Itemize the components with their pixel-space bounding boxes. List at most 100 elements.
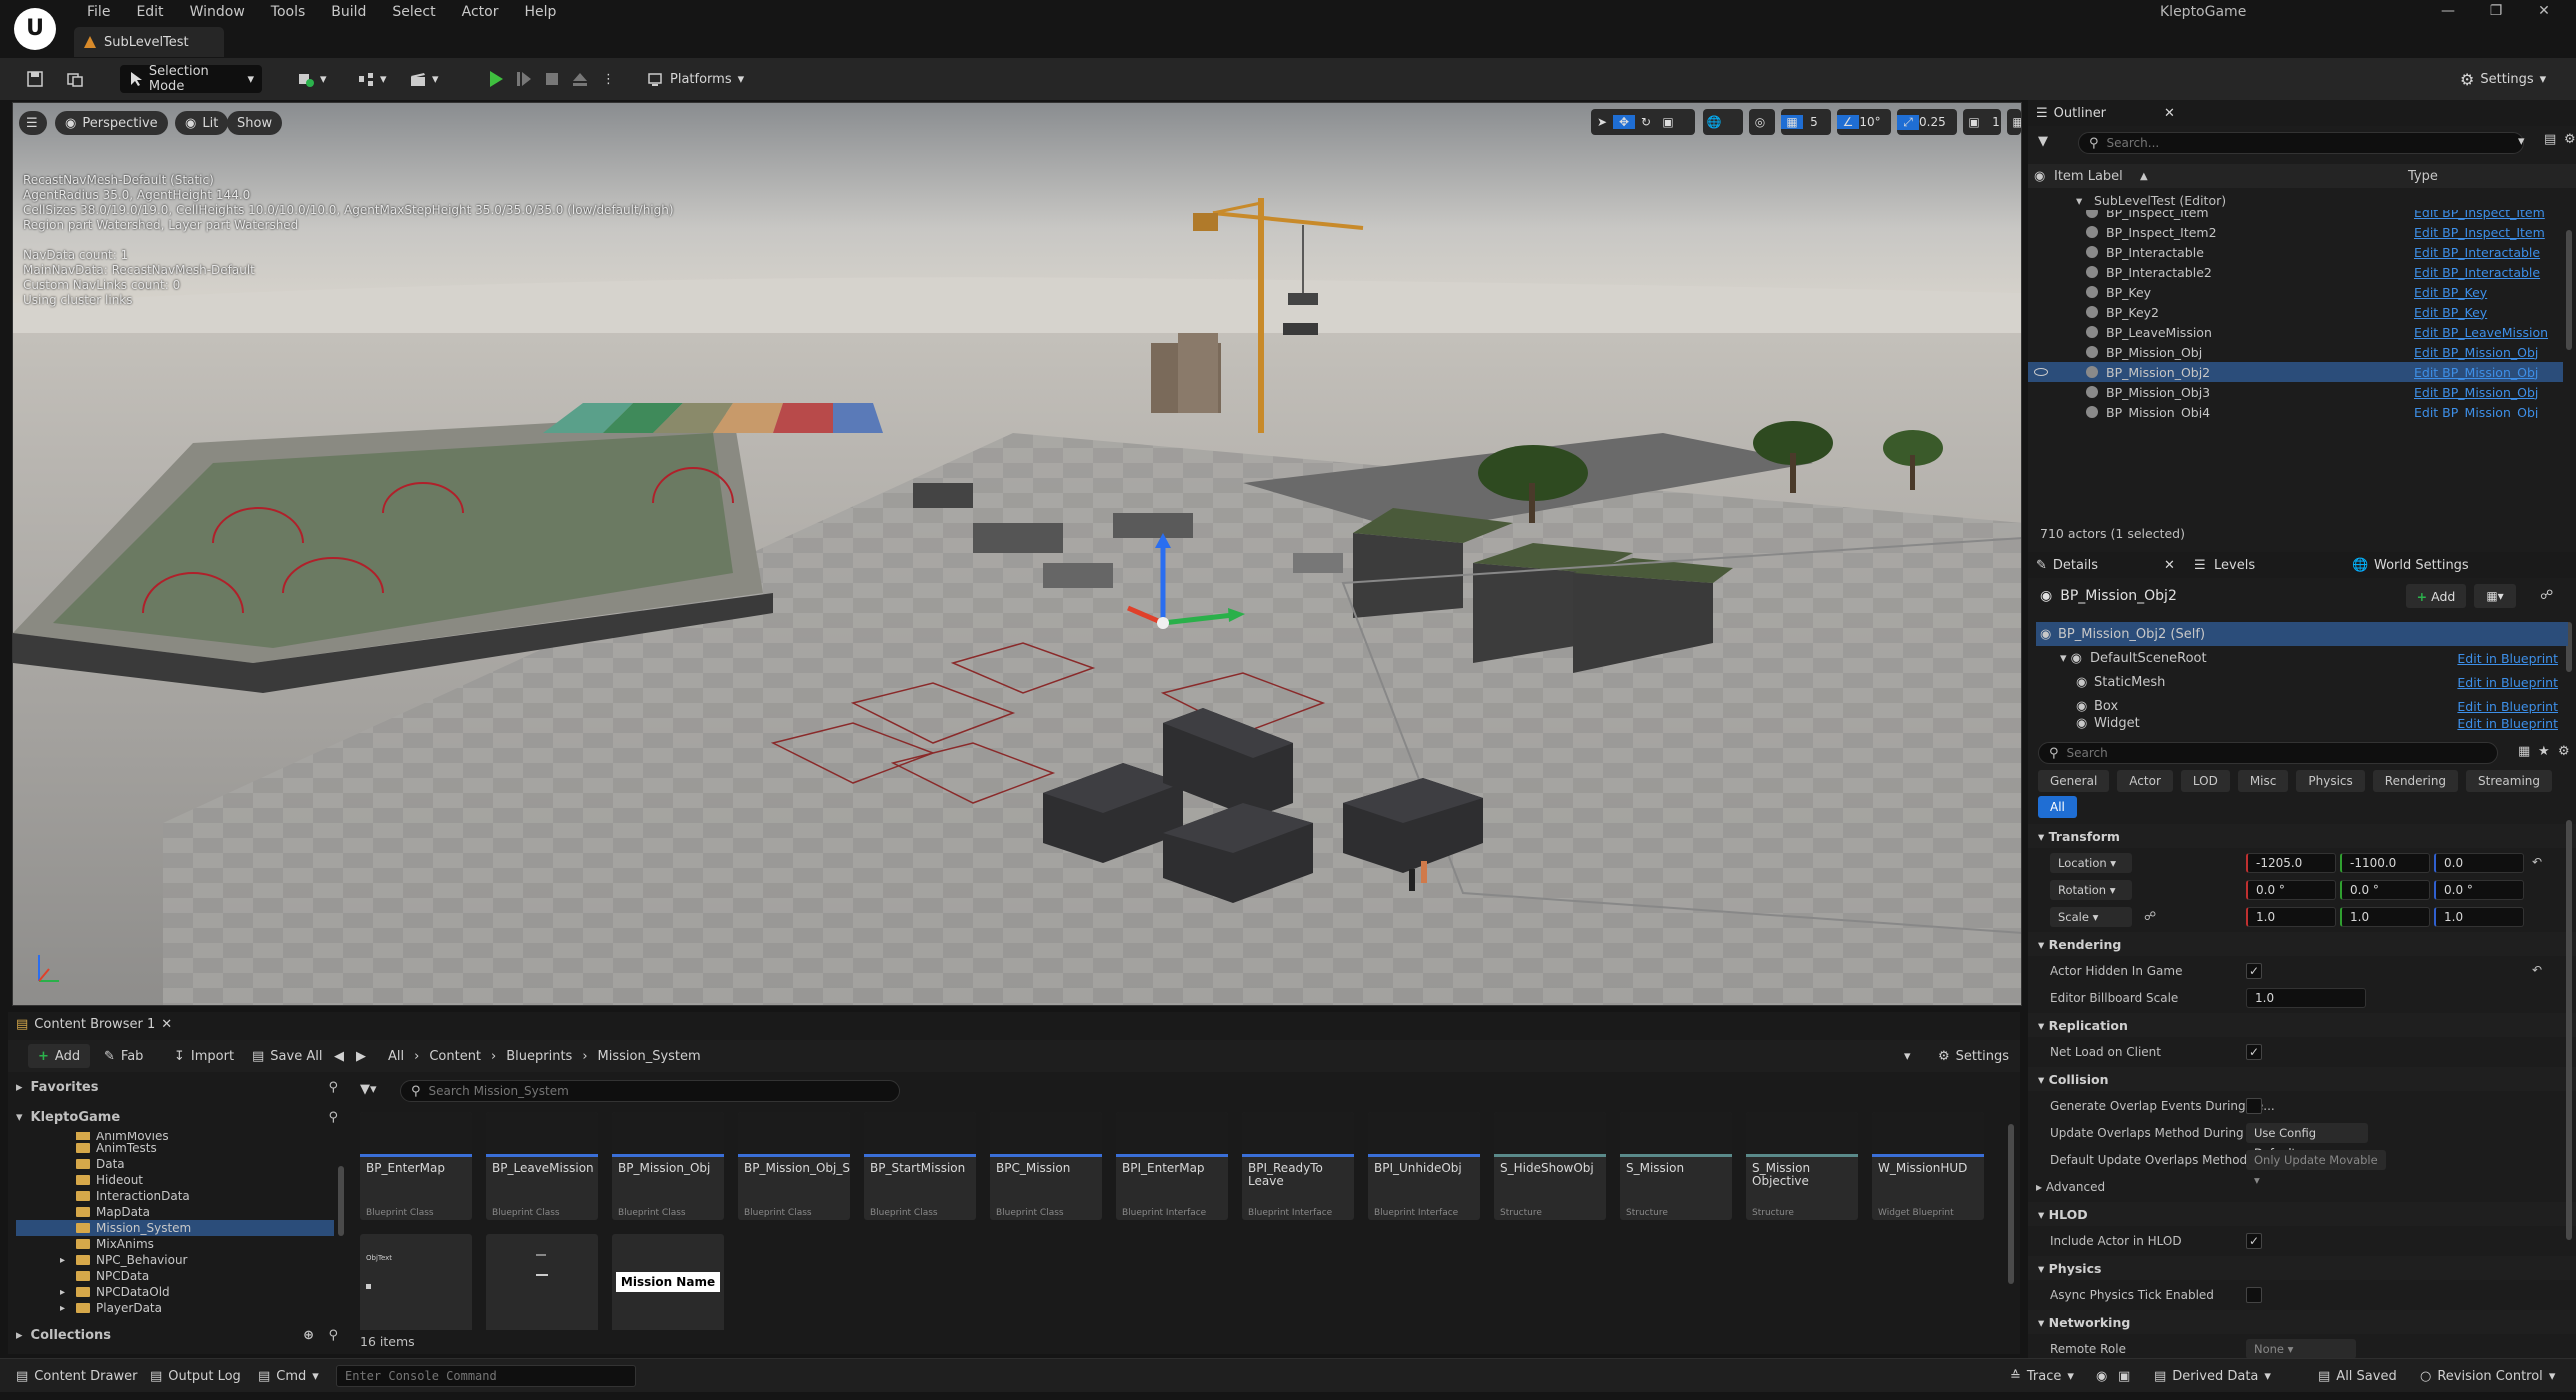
outliner-type-link[interactable]: Edit BP_Mission_Obj — [2414, 385, 2538, 400]
crumb-mission-system[interactable]: Mission_System — [598, 1049, 701, 1064]
outliner-type-link[interactable]: Edit BP_Mission_Obj — [2414, 365, 2538, 380]
menu-build[interactable]: Build — [318, 0, 379, 24]
asset-tile[interactable]: BPI_UnhideObj Blueprint Interface — [1368, 1112, 1480, 1220]
lock-icon[interactable]: ☍ — [2144, 909, 2156, 923]
derived-data-button[interactable]: ▤ Derived Data ▾ — [2154, 1366, 2271, 1386]
section-hlod[interactable]: ▾ HLOD — [2028, 1202, 2576, 1226]
reset-icon[interactable]: ↶ — [2532, 855, 2542, 869]
crumb-blueprints[interactable]: Blueprints — [506, 1049, 572, 1064]
viewport-menu-button[interactable]: ☰ — [19, 111, 47, 135]
outliner-type-link[interactable]: Edit BP_Inspect_Item — [2414, 225, 2545, 240]
asset-search[interactable]: ⚲ — [400, 1080, 900, 1102]
more-options-icon[interactable]: ⋮ — [594, 65, 623, 93]
add-collection-icon[interactable]: ⊕ — [303, 1328, 314, 1343]
unreal-logo-icon[interactable]: U — [14, 8, 56, 50]
outliner-row[interactable]: BP_Inspect_Item Edit BP_Inspect_Item — [2028, 210, 2563, 222]
add-actor-button[interactable]: ▾ — [290, 65, 335, 93]
filter-physics[interactable]: Physics — [2296, 770, 2365, 792]
collapse-icon[interactable]: ▾ — [2076, 193, 2082, 208]
menu-actor[interactable]: Actor — [449, 0, 512, 24]
star-icon[interactable]: ★ — [2538, 744, 2550, 759]
outliner-type-link[interactable]: Edit BP_Key — [2414, 285, 2487, 300]
outliner-row[interactable]: BP_Mission_Obj Edit BP_Mission_Obj — [2028, 342, 2563, 362]
filter-icon[interactable]: ▼▾ — [360, 1082, 377, 1097]
add-folder-icon[interactable]: ▤ — [2544, 132, 2556, 147]
edit-in-blueprint-link[interactable]: Edit in Blueprint — [2457, 699, 2558, 714]
asset-tile[interactable]: BPI_ReadyTo Leave Blueprint Interface — [1242, 1112, 1354, 1220]
import-button[interactable]: ↧ Import — [174, 1044, 234, 1068]
rotation-y[interactable]: 0.0 ° — [2340, 880, 2430, 900]
filter-streaming[interactable]: Streaming — [2466, 770, 2553, 792]
details-search-input[interactable] — [2066, 746, 2467, 760]
component-row[interactable]: ◉ StaticMesh Edit in Blueprint — [2036, 670, 2568, 694]
eject-button[interactable] — [564, 65, 596, 93]
trace-dropdown[interactable]: ≙ Trace ▾ — [2010, 1366, 2074, 1386]
forward-icon[interactable]: ▶ — [356, 1044, 366, 1068]
menu-help[interactable]: Help — [511, 0, 569, 24]
asset-tile[interactable]: BPI_EnterMap Blueprint Interface — [1116, 1112, 1228, 1220]
edit-in-blueprint-link[interactable]: Edit in Blueprint — [2457, 675, 2558, 690]
outliner-root-row[interactable]: ▾ SubLevelTest (Editor) — [2028, 190, 2563, 210]
component-row[interactable]: ◉ BP_Mission_Obj2 (Self) — [2036, 622, 2568, 646]
output-log-button[interactable]: ▤ Output Log — [150, 1366, 241, 1386]
blueprint-button[interactable]: ▾ — [350, 65, 395, 93]
component-row[interactable]: ◉ Widget Edit in Blueprint — [2036, 716, 2568, 730]
details-tab[interactable]: ✎ Details ✕ ☰ Levels 🌐 World Settings — [2028, 552, 2576, 578]
location-y[interactable]: -1100.0 — [2340, 853, 2430, 873]
folder-item[interactable]: Data — [16, 1156, 334, 1172]
scale-tool-icon[interactable]: ▣ — [1657, 115, 1679, 129]
folder-item[interactable]: MapData — [16, 1204, 334, 1220]
content-drawer-button[interactable]: ▤ Content Drawer — [16, 1366, 137, 1386]
folder-item[interactable]: AnimTests — [16, 1140, 334, 1156]
location-z[interactable]: 0.0 — [2434, 853, 2524, 873]
outliner-type-link[interactable]: Edit BP_Key — [2414, 305, 2487, 320]
folder-item[interactable]: ▸ NPC_Behaviour — [16, 1252, 334, 1268]
project-header[interactable]: ▾ KleptoGame ⚲ — [16, 1106, 342, 1128]
asset-tile[interactable]: S_Mission Structure — [1620, 1112, 1732, 1220]
asset-tile[interactable]: BP_EnterMap Blueprint Class — [360, 1112, 472, 1220]
add-button[interactable]: + Add — [28, 1044, 91, 1068]
crumb-content[interactable]: Content — [429, 1049, 481, 1064]
perspective-button[interactable]: ◉ Perspective — [55, 111, 168, 135]
asset-tile[interactable]: S_HideShowObj Structure — [1494, 1112, 1606, 1220]
restore-icon[interactable]: ❐ — [2472, 0, 2520, 22]
chevron-down-icon[interactable]: ▾ — [1904, 1044, 1911, 1068]
world-local-toggle[interactable]: 🌐 — [1703, 109, 1743, 135]
folder-item[interactable]: ▸ NPCDataOld — [16, 1284, 334, 1300]
reset-icon[interactable]: ↶ — [2532, 963, 2542, 977]
content-browser-tab[interactable]: ▤ Content Browser 1 ✕ — [8, 1012, 172, 1036]
scale-dropdown[interactable]: Scale ▾ — [2050, 907, 2132, 927]
asset-search-input[interactable] — [428, 1084, 869, 1098]
asset-tile[interactable]: BP_LeaveMission Blueprint Class — [486, 1112, 598, 1220]
filter-actor[interactable]: Actor — [2117, 770, 2173, 792]
component-row[interactable]: ▾ ◉ DefaultSceneRoot Edit in Blueprint — [2036, 646, 2568, 670]
edit-in-blueprint-link[interactable]: Edit in Blueprint — [2457, 651, 2558, 666]
column-type[interactable]: Type — [2408, 169, 2438, 184]
asset-tile[interactable]: W_MissionHUD Widget Blueprint — [1872, 1112, 1984, 1220]
outliner-search[interactable]: ⚲ — [2078, 132, 2524, 154]
lit-button[interactable]: ◉ Lit — [175, 111, 229, 135]
rotate-tool-icon[interactable]: ↻ — [1635, 115, 1657, 129]
rotation-z[interactable]: 0.0 ° — [2434, 880, 2524, 900]
level-viewport[interactable]: ☰ ◉ Perspective ◉ Lit Show ➤ ✥ ↻ ▣ 🌐 ◎ ▦… — [12, 102, 2022, 1006]
outliner-search-input[interactable] — [2106, 136, 2477, 150]
platforms-button[interactable]: Platforms ▾ — [640, 65, 752, 93]
folder-item[interactable]: Mission_System — [16, 1220, 334, 1236]
save-status-button[interactable]: ▤ All Saved — [2318, 1366, 2397, 1386]
save-icon[interactable] — [18, 65, 52, 93]
grid-view-icon[interactable]: ▦ — [2518, 744, 2530, 759]
outliner-row[interactable]: BP_Mission_Obj4 Edit BP_Mission_Obj — [2028, 402, 2563, 418]
eye-icon[interactable] — [2034, 368, 2048, 376]
outliner-row[interactable]: BP_Inspect_Item2 Edit BP_Inspect_Item — [2028, 222, 2563, 242]
folder-item[interactable]: NPCData — [16, 1268, 334, 1284]
asset-tile[interactable]: BPC_Mission Blueprint Class — [990, 1112, 1102, 1220]
close-icon[interactable]: ✕ — [161, 1017, 172, 1032]
minimize-icon[interactable]: — — [2424, 0, 2472, 22]
outliner-type-link[interactable]: Edit BP_Inspect_Item — [2414, 210, 2545, 220]
cmd-dropdown[interactable]: ▤ Cmd ▾ — [258, 1366, 319, 1386]
folder-item[interactable]: InteractionData — [16, 1188, 334, 1204]
expand-icon[interactable]: ▸ — [60, 1255, 65, 1266]
asset-tile[interactable]: S_Mission Objective Structure — [1746, 1112, 1858, 1220]
gear-icon[interactable]: ⚙ — [2564, 132, 2576, 147]
gen-overlap-checkbox[interactable] — [2246, 1098, 2262, 1114]
